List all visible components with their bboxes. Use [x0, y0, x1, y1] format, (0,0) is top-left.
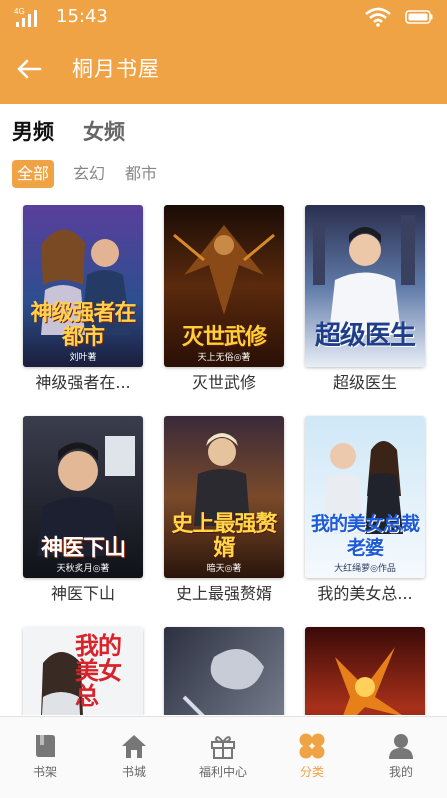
cover-author: 刘叶著	[69, 353, 97, 363]
cover-title: 灭世武修	[181, 324, 267, 350]
book-card[interactable]: 我的美女总裁老婆 大红绳萝◎作品 我的美女总...	[305, 416, 425, 605]
book-icon	[36, 735, 55, 757]
book-cover: 超级医生	[305, 205, 425, 367]
tab-male[interactable]: 男频	[12, 116, 54, 148]
cover-title: 神级强者在都市	[30, 300, 136, 350]
tab-label: 福利中心	[198, 765, 247, 779]
book-card[interactable]: 神医下山 天秋炙月◎著 神医下山	[23, 416, 143, 605]
book-title: 神级强者在...	[35, 373, 131, 392]
tab-label: 书架	[32, 765, 57, 779]
book-card[interactable]: 史上最强赘婿 暗天◎著 史上最强赘婿	[164, 416, 284, 605]
book-grid: 神级强者在都市 刘叶著 神级强者在... 灭世武修 天上无俗◎著 灭世武修 超级…	[0, 205, 447, 715]
genre-chip-fantasy[interactable]: 玄幻	[73, 160, 105, 188]
house-icon	[122, 735, 146, 758]
status-bar: 4G 15:43	[0, 0, 447, 34]
cover-title: 我的美女总	[75, 631, 122, 710]
cover-title: 神医下山	[40, 535, 126, 561]
profile-icon	[389, 734, 413, 759]
bottom-tab-bar: 书架 书城 福利中心 分类 我的	[0, 716, 447, 798]
genre-chip-all[interactable]: 全部	[12, 160, 55, 188]
book-cover: 史上最强赘婿 暗天◎著	[164, 416, 284, 578]
cover-author: 暗天◎著	[206, 564, 242, 574]
book-card[interactable]	[305, 627, 425, 715]
tab-profile[interactable]: 我的	[361, 731, 441, 780]
book-cover: 神医下山 天秋炙月◎著	[23, 416, 143, 578]
tab-rewards-center[interactable]: 福利中心	[183, 731, 263, 780]
network-type: 4G	[14, 7, 25, 16]
book-cover	[164, 627, 284, 715]
cover-title: 超级医生	[314, 321, 416, 351]
tab-label: 书城	[121, 765, 146, 779]
cover-title: 我的美女总裁老婆	[310, 513, 420, 559]
page-title: 桐月书屋	[72, 57, 160, 81]
status-time: 15:43	[56, 6, 108, 27]
book-title: 史上最强赘婿	[175, 584, 272, 603]
back-arrow-icon[interactable]	[14, 54, 44, 84]
book-cover: 我的美女总	[23, 627, 143, 715]
tab-label: 我的	[388, 765, 413, 779]
battery-icon	[405, 10, 433, 24]
tab-bookshelf[interactable]: 书架	[5, 731, 85, 780]
book-cover: 我的美女总裁老婆 大红绳萝◎作品	[305, 416, 425, 578]
cellular-signal-icon: 4G	[14, 7, 37, 27]
wifi-icon	[365, 7, 391, 27]
book-card[interactable]: 超级医生 超级医生	[305, 205, 425, 394]
cover-title: 史上最强赘婿	[171, 511, 277, 561]
cover-author: 大红绳萝◎作品	[334, 564, 396, 574]
category-grid-icon	[299, 733, 325, 759]
cover-author: 天上无俗◎著	[197, 353, 251, 363]
book-title: 超级医生	[332, 373, 397, 392]
tab-bookstore[interactable]: 书城	[94, 731, 174, 780]
book-title: 神医下山	[50, 584, 115, 603]
book-card[interactable]: 灭世武修 天上无俗◎著 灭世武修	[164, 205, 284, 394]
book-card[interactable]: 我的美女总	[23, 627, 143, 715]
gift-icon	[211, 736, 235, 759]
book-cover: 神级强者在都市 刘叶著	[23, 205, 143, 367]
book-card[interactable]	[164, 627, 284, 715]
book-card[interactable]: 神级强者在都市 刘叶著 神级强者在...	[23, 205, 143, 394]
book-title: 灭世武修	[191, 373, 256, 392]
book-cover	[305, 627, 425, 715]
book-title: 我的美女总...	[317, 584, 413, 603]
tab-label: 分类	[299, 765, 324, 779]
tab-female[interactable]: 女频	[83, 116, 125, 148]
cover-author: 天秋炙月◎著	[56, 564, 110, 574]
tab-category[interactable]: 分类	[272, 731, 352, 780]
nav-bar: 桐月书屋	[0, 34, 447, 104]
book-cover: 灭世武修 天上无俗◎著	[164, 205, 284, 367]
genre-chip-urban[interactable]: 都市	[125, 160, 157, 188]
